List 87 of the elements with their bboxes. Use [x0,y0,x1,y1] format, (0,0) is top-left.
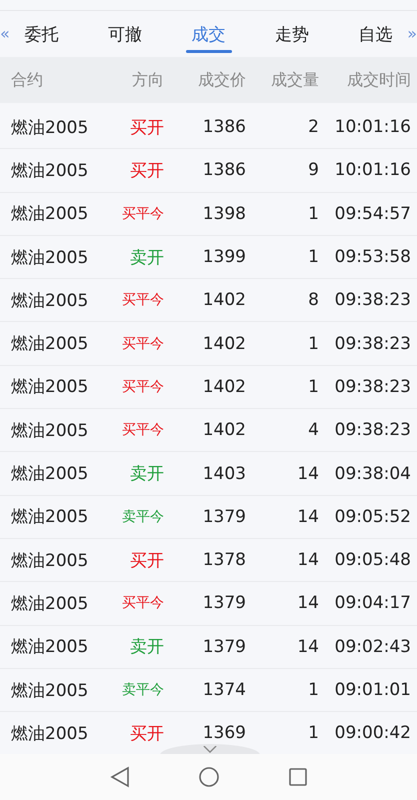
table-cell-text: 1369 [202,723,246,744]
table-cell-text: 燃油2005 [10,290,90,312]
direction-label: 卖开 [129,636,164,658]
table-cell-text: 1 [307,204,319,224]
direction-label: 买平今 [121,291,164,310]
table-cell-text: 14 [296,550,319,570]
table-cell-text: 1399 [202,247,246,268]
table-cell-text: 燃油2005 [10,116,90,139]
table-cell-text: 14 [296,636,319,657]
table-cell-text: 1379 [202,636,246,657]
direction-label: 买平今 [121,421,164,440]
column-header: 成交时间 [346,70,412,90]
table-cell-text: 1402 [202,334,246,354]
table-cell-text: 燃油2005 [10,636,90,658]
table-cell-text: 09:04:17 [334,593,412,614]
column-header: 合约 [10,70,44,90]
table-cell-text: 燃油2005 [10,333,90,356]
table-cell-text: 1 [307,334,319,354]
direction-label: 卖开 [129,463,164,486]
table-cell-text: 1386 [202,160,246,180]
table-cell-text: 10:01:16 [334,160,412,180]
direction-label: 买平今 [121,378,164,396]
table-cell-text: 燃油2005 [10,680,90,702]
direction-label: 买平今 [121,334,164,353]
table-cell-text: 14 [296,464,319,484]
table-cell-text: 燃油2005 [10,376,90,398]
table-cell-text: 1378 [202,550,246,570]
table-cell-text: 09:53:58 [334,247,412,268]
table-cell-text: 1374 [202,680,246,700]
table-cell-text: 1 [307,376,319,397]
recent-apps-icon[interactable] [288,767,308,787]
tab[interactable]: 成交 [166,11,250,57]
table-cell-text: 1379 [202,593,246,614]
direction-label: 卖开 [129,246,164,269]
table-cell-text: 9 [307,160,319,180]
direction-label: 买开 [129,550,164,572]
table-cell-text: 1402 [202,290,246,310]
table-cell-text: 09:05:48 [334,550,412,570]
direction-label: 买平今 [121,204,164,223]
direction-label: 买开 [129,722,164,745]
chevron-down-icon [203,746,217,753]
table-cell-text: 09:38:23 [334,420,412,440]
home-icon[interactable] [198,766,220,788]
table-cell-text: 燃油2005 [10,160,90,182]
table-cell-text: 1403 [202,464,246,484]
direction-label: 卖平今 [121,508,164,526]
table-cell-text: 燃油2005 [10,592,90,615]
table-cell-text: 09:05:52 [334,506,412,527]
table-cell-text: 1 [307,680,319,700]
table-cell-text: 09:38:23 [334,376,412,397]
table-cell-text: 1402 [202,376,246,397]
table-cell-text: 09:02:43 [334,636,412,657]
table-cell-text: 14 [296,593,319,614]
table-cell-text: 09:54:57 [334,204,412,224]
column-header: 方向 [131,70,164,90]
tab[interactable]: 可撤 [83,11,167,57]
column-header: 成交价 [197,70,246,90]
table-cell-text: 09:38:04 [334,464,412,484]
table-cell-text: 10:01:16 [334,117,412,138]
table-cell-text: 1379 [202,506,246,527]
table-cell-text: 1 [307,723,319,744]
table-cell-text: 2 [307,117,319,138]
table-cell-text: 燃油2005 [10,246,90,269]
table-cell-text: 燃油2005 [10,463,90,486]
table-cell-text: 燃油2005 [10,550,90,572]
table-cell-text: 09:01:01 [334,680,412,700]
direction-label: 卖平今 [121,681,164,699]
table-cell-text: 14 [296,506,319,527]
table-cell-text: 燃油2005 [10,722,90,745]
direction-label: 买开 [129,160,164,182]
back-icon[interactable] [110,766,130,788]
table-cell-text: 1398 [202,204,246,224]
table-cell-text: 燃油2005 [10,506,90,528]
table-cell-text: 燃油2005 [10,420,90,442]
table-cell-text: 1386 [202,117,246,138]
table-cell-text: 1 [307,247,319,268]
table-cell-text: 09:38:23 [334,290,412,310]
table-cell-text: 8 [307,290,319,310]
column-header: 成交量 [270,70,319,90]
table-cell-text: 燃油2005 [10,203,90,226]
direction-label: 买开 [129,116,164,139]
table-cell-text: 1402 [202,420,246,440]
table-cell-text: 09:38:23 [334,334,412,354]
table-cell-text: 4 [307,420,319,440]
table-cell-text: 09:00:42 [334,723,412,744]
direction-label: 买平今 [121,594,164,612]
tab[interactable]: 走势 [250,11,334,57]
